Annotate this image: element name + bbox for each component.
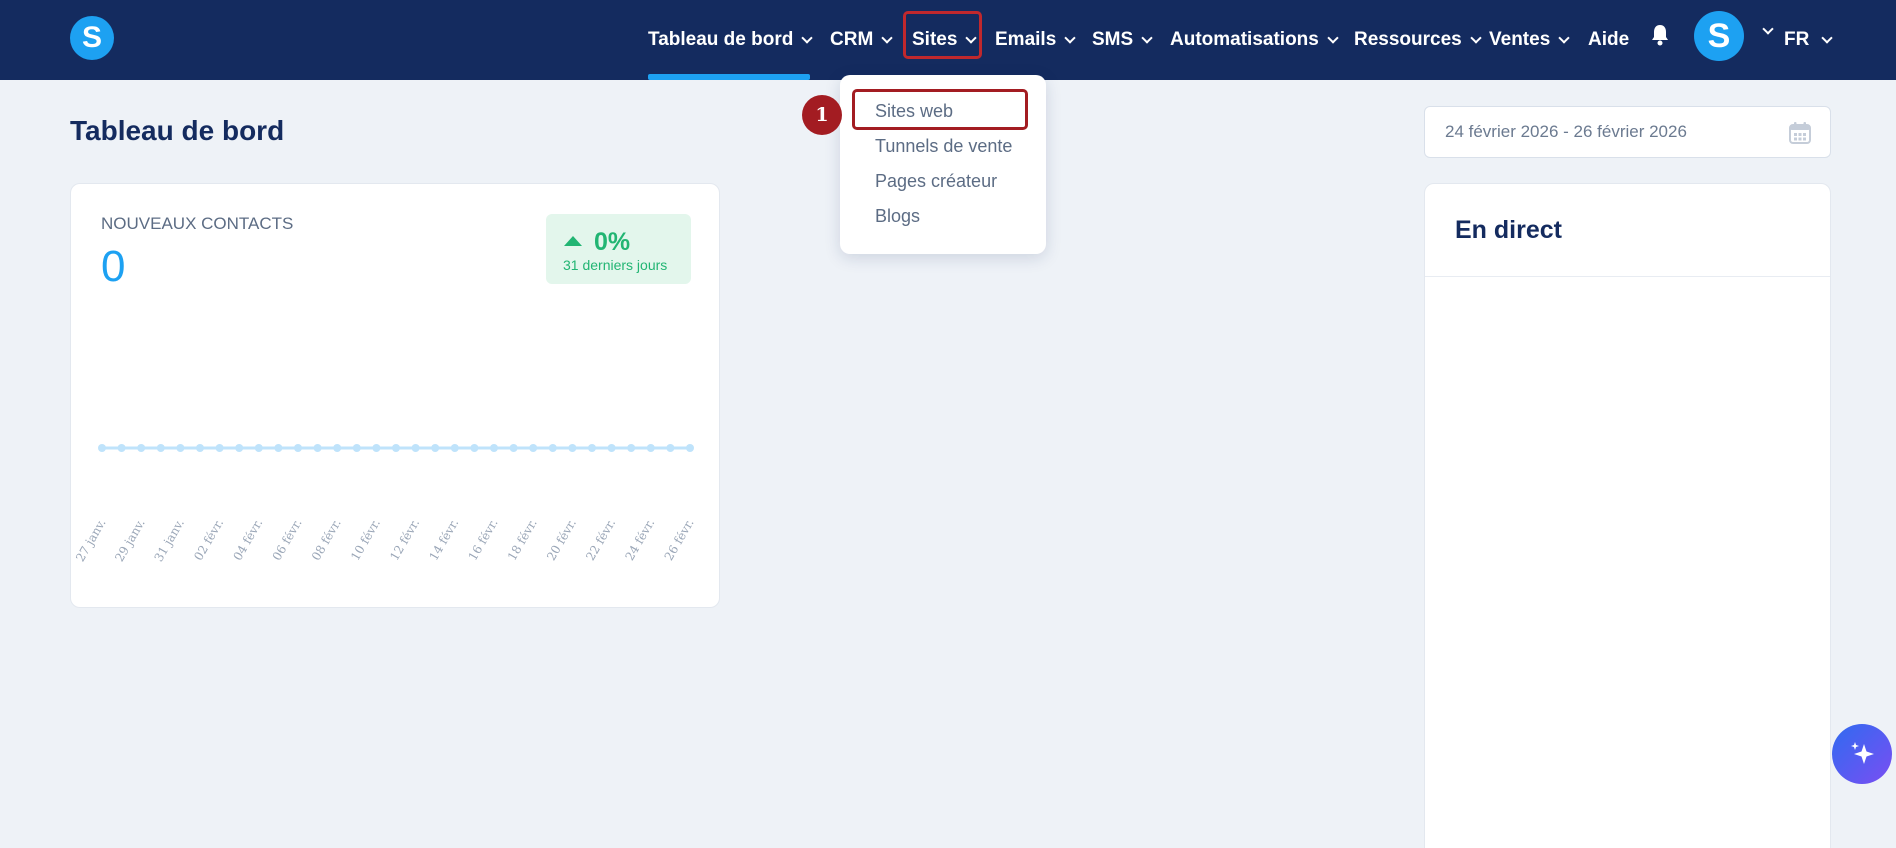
- data-point: [529, 444, 538, 452]
- sites-web-highlight: [852, 89, 1028, 130]
- x-tick-label: 27 janv.: [73, 517, 109, 565]
- x-tick-label: 20 févr.: [544, 517, 579, 564]
- chevron-down-icon: [801, 31, 814, 44]
- data-point: [470, 444, 479, 452]
- nav-item-label: Ventes: [1489, 29, 1551, 50]
- data-point: [686, 444, 694, 452]
- contacts-line-chart: 27 janv. 29 janv. 31 janv. 02 févr. 04 févr.…: [73, 444, 697, 565]
- data-point: [176, 444, 185, 452]
- date-range-value: 24 février 2026 - 26 février 2026: [1445, 122, 1687, 141]
- nav-item-sms[interactable]: SMS: [1092, 0, 1153, 80]
- x-tick-label: 10 févr.: [348, 517, 383, 564]
- x-tick-label: 18 févr.: [505, 517, 540, 564]
- x-tick-label: 22 févr.: [583, 517, 618, 564]
- chevron-down-icon: [1821, 31, 1833, 44]
- app-logo[interactable]: S: [70, 16, 114, 60]
- data-point: [254, 444, 263, 452]
- data-point: [294, 444, 302, 452]
- chevron-down-icon: [1064, 31, 1076, 44]
- x-tick-label: 29 janv.: [112, 517, 148, 565]
- ai-assistant-button[interactable]: [1832, 724, 1892, 784]
- data-point: [352, 444, 361, 452]
- data-point: [568, 444, 577, 452]
- x-tick-label: 16 févr.: [466, 517, 501, 564]
- menu-item-pages-createur[interactable]: Pages créateur: [875, 171, 997, 192]
- data-point: [98, 444, 106, 452]
- nav-item-ressources[interactable]: Ressources: [1354, 0, 1482, 80]
- chevron-down-icon: [881, 31, 893, 44]
- nav-item-tableau-de-bord[interactable]: Tableau de bord: [648, 0, 814, 80]
- data-point: [137, 444, 146, 452]
- page-title: Tableau de bord: [70, 115, 285, 146]
- nav-item-label: Tableau de bord: [648, 29, 794, 50]
- chevron-down-icon: [1141, 31, 1153, 44]
- x-tick-label: 02 févr.: [191, 517, 226, 564]
- user-avatar[interactable]: S: [1694, 11, 1744, 61]
- nav-item-label: Emails: [995, 29, 1057, 50]
- x-tick-label: 26 févr.: [662, 517, 697, 564]
- nav-item-crm[interactable]: CRM: [830, 0, 893, 80]
- top-navigation-bar: S Tableau de bord CRM Sites Emails SMS A…: [0, 0, 1896, 80]
- data-point: [607, 444, 616, 452]
- data-point: [431, 444, 440, 452]
- data-point: [666, 444, 675, 452]
- chevron-down-icon: [1470, 31, 1482, 44]
- divider: [1425, 276, 1830, 277]
- chevron-down-icon: [1327, 31, 1339, 44]
- language-label: FR: [1784, 29, 1810, 50]
- chevron-down-icon[interactable]: [1762, 23, 1774, 35]
- data-point: [117, 444, 126, 452]
- data-point: [215, 444, 224, 452]
- nav-item-emails[interactable]: Emails: [995, 0, 1076, 80]
- chevron-down-icon: [1558, 31, 1570, 44]
- sparkle-icon: [1851, 742, 1874, 764]
- data-point: [490, 444, 498, 452]
- step-badge: 1: [802, 95, 842, 135]
- new-contacts-card: NOUVEAUX CONTACTS 0 0% 31 derniers jours…: [70, 183, 720, 608]
- data-point: [274, 444, 283, 452]
- data-point: [548, 444, 557, 452]
- nav-item-ventes[interactable]: Ventes: [1489, 0, 1570, 80]
- sites-nav-highlight: [903, 11, 982, 59]
- nav-item-aide[interactable]: Aide: [1588, 0, 1629, 80]
- data-point: [313, 444, 322, 452]
- x-tick-label: 04 févr.: [230, 517, 265, 564]
- menu-item-blogs[interactable]: Blogs: [875, 206, 920, 227]
- data-point: [333, 444, 342, 452]
- nav-item-label: CRM: [830, 29, 874, 50]
- x-tick-label: 12 févr.: [387, 517, 422, 564]
- live-card-title: En direct: [1455, 216, 1562, 244]
- data-point: [509, 444, 518, 452]
- data-point: [627, 444, 636, 452]
- data-point: [372, 444, 381, 452]
- notification-bell-icon[interactable]: [1650, 24, 1670, 46]
- active-tab-indicator: [648, 74, 810, 80]
- data-point: [196, 444, 204, 452]
- calendar-icon: [1789, 122, 1811, 144]
- nav-item-label: Ressources: [1354, 29, 1462, 50]
- nav-item-label: SMS: [1092, 29, 1134, 50]
- data-point: [156, 444, 165, 452]
- x-tick-label: 08 févr.: [309, 517, 344, 564]
- data-point: [588, 444, 596, 452]
- menu-item-tunnels-de-vente[interactable]: Tunnels de vente: [875, 136, 1012, 157]
- data-point: [392, 444, 400, 452]
- x-tick-label: 24 févr.: [622, 517, 657, 564]
- data-point: [450, 444, 459, 452]
- x-tick-label: 06 févr.: [270, 517, 305, 564]
- date-range-picker[interactable]: 24 février 2026 - 26 février 2026: [1424, 106, 1831, 158]
- data-point: [646, 444, 655, 452]
- nav-item-label: Aide: [1588, 29, 1630, 50]
- x-tick-label: 31 janv.: [151, 517, 187, 565]
- x-tick-label: 14 févr.: [426, 517, 461, 564]
- nav-item-label: Automatisations: [1170, 29, 1319, 50]
- language-selector[interactable]: FR: [1784, 0, 1833, 80]
- nav-item-automatisations[interactable]: Automatisations: [1170, 0, 1339, 80]
- data-point: [235, 444, 244, 452]
- data-point: [411, 444, 420, 452]
- live-card: En direct: [1424, 183, 1831, 848]
